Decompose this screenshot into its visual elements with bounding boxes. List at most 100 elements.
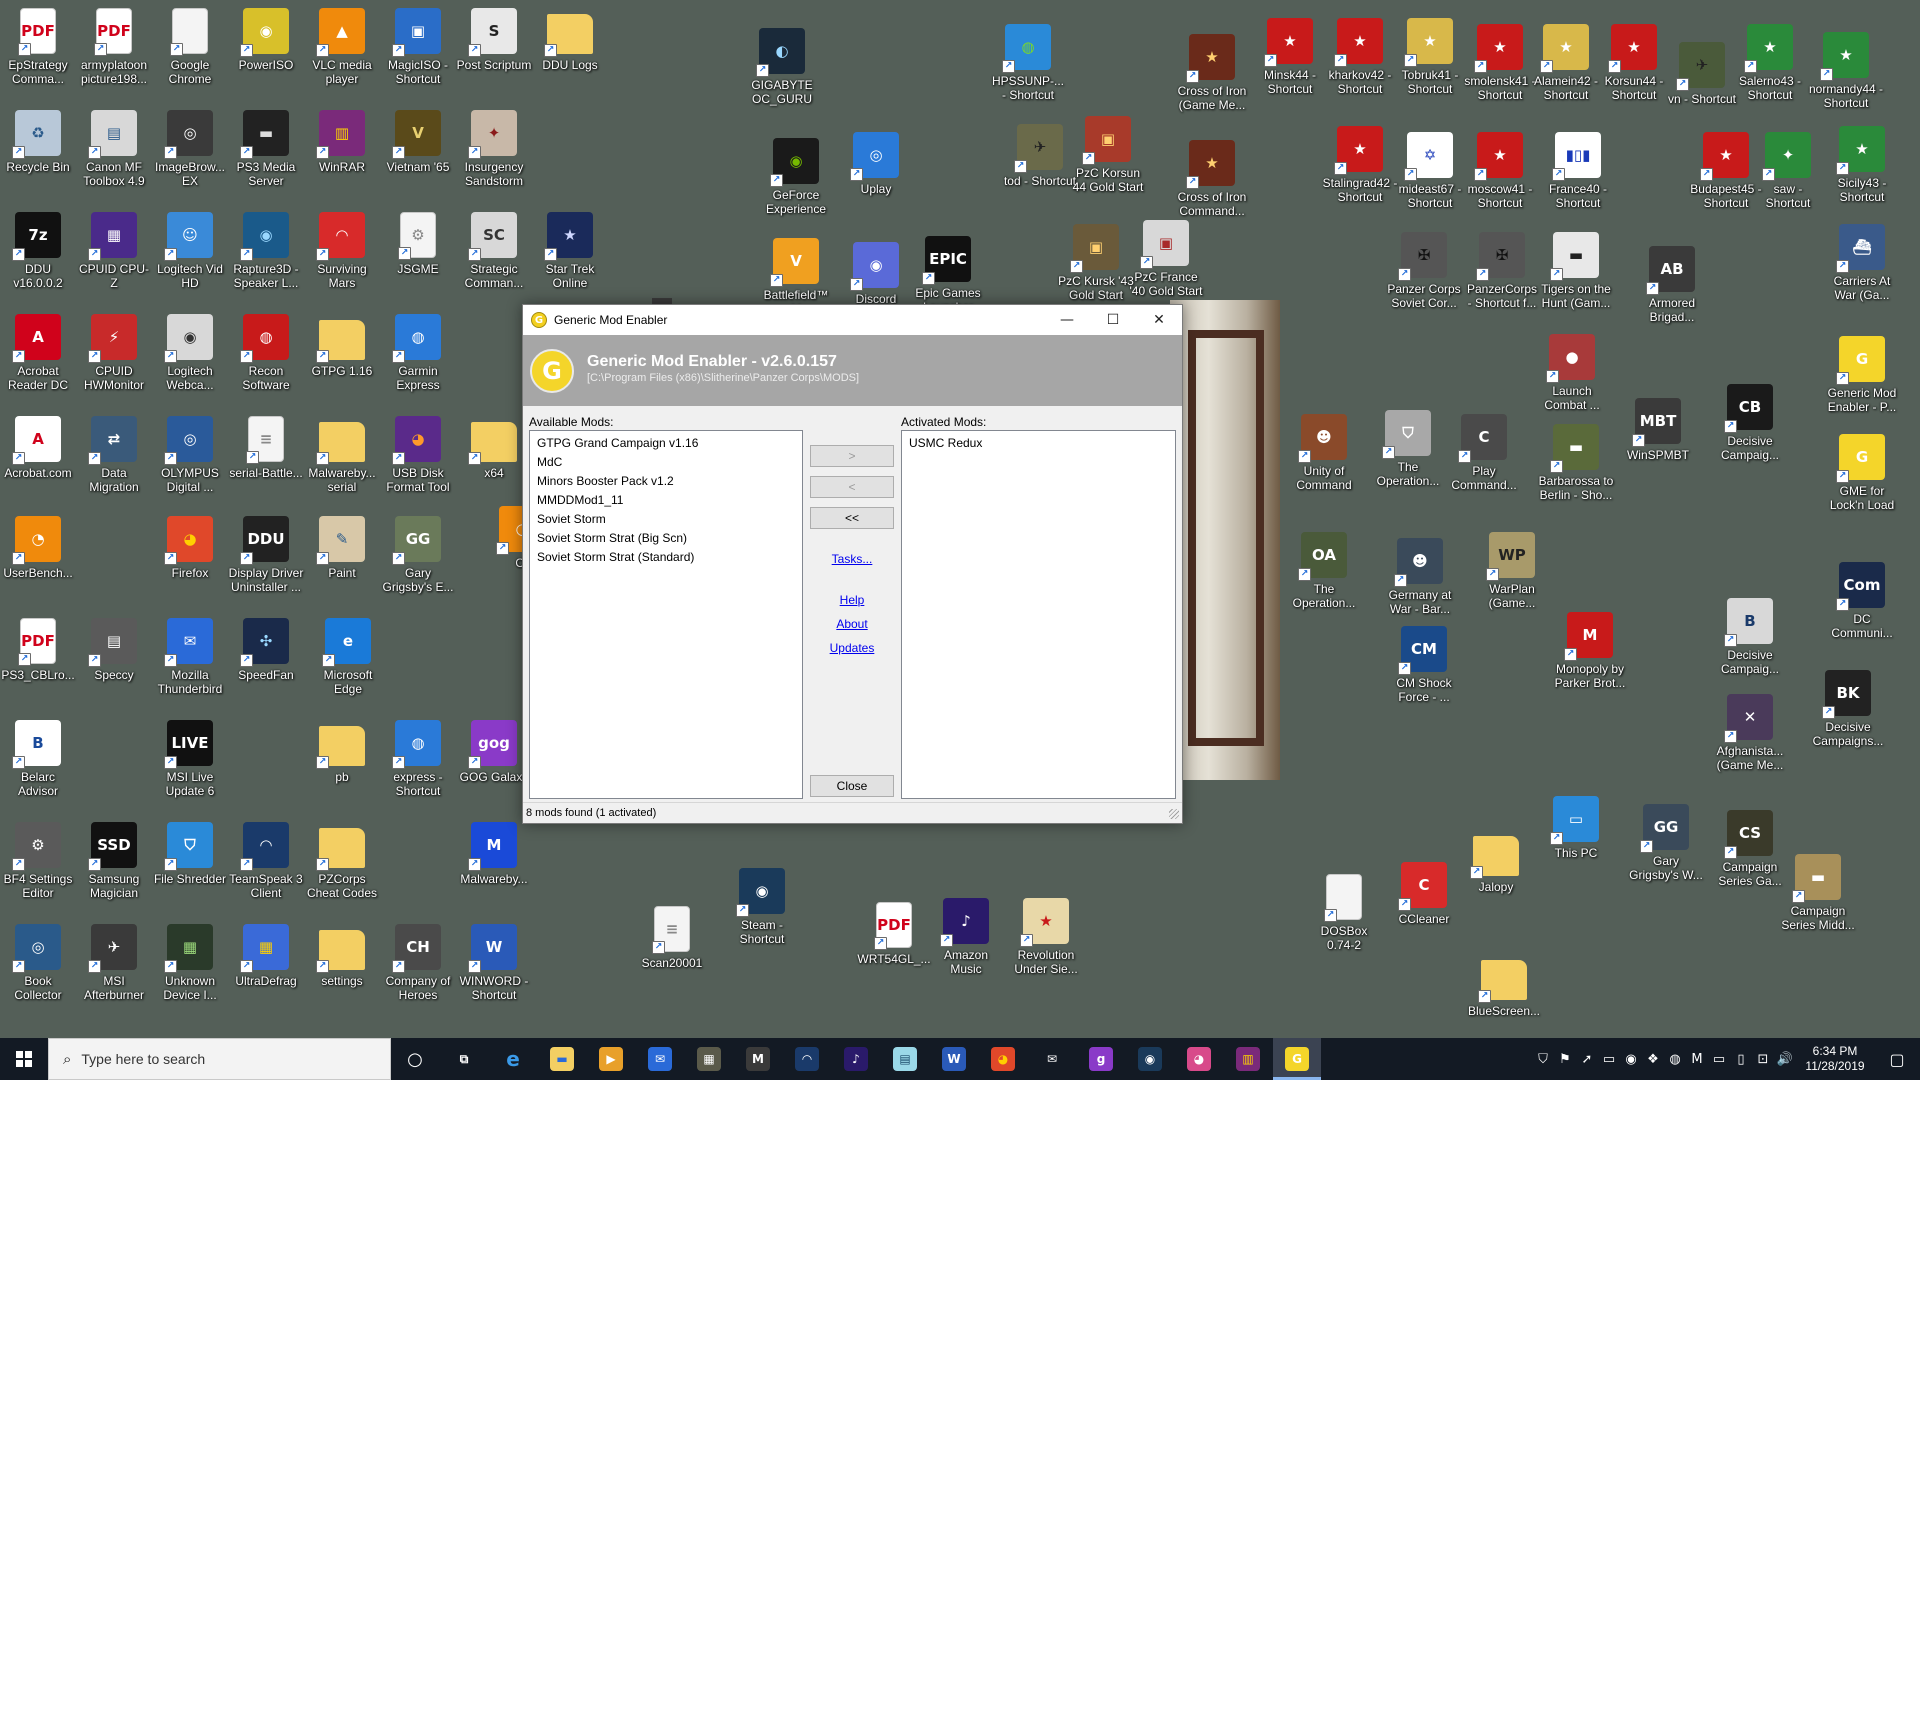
- desktop-icon[interactable]: ◐ ↗ GIGABYTE OC_GURU: [744, 28, 820, 106]
- desktop-icon[interactable]: S ↗ Post Scriptum: [456, 8, 532, 72]
- desktop-icon[interactable]: ◎ ↗ Uplay: [838, 132, 914, 196]
- desktop-icon[interactable]: ◕ ↗ Firefox: [152, 516, 228, 580]
- desktop-icon[interactable]: CH ↗ Company of Heroes: [380, 924, 456, 1002]
- desktop-icon[interactable]: ↗ Google Chrome: [152, 8, 228, 86]
- taskbar-app-button[interactable]: G: [1273, 1038, 1321, 1080]
- taskbar-app-button[interactable]: M: [734, 1038, 782, 1080]
- keyboard-icon[interactable]: ▭: [1708, 1052, 1730, 1067]
- desktop-icon[interactable]: ★ ↗ Cross of Iron (Game Me...: [1174, 34, 1250, 112]
- battery-icon[interactable]: ▭: [1598, 1052, 1620, 1067]
- desktop-icon[interactable]: ★ ↗ kharkov42 - Shortcut: [1322, 18, 1398, 96]
- available-mod-item[interactable]: MMDDMod1_11: [530, 491, 802, 510]
- taskbar-app-button[interactable]: ✉: [636, 1038, 684, 1080]
- desktop-icon[interactable]: AB ↗ Armored Brigad...: [1634, 246, 1710, 324]
- desktop-icon[interactable]: ⚡ ↗ CPUID HWMonitor: [76, 314, 152, 392]
- taskbar-app-button[interactable]: ▤: [881, 1038, 929, 1080]
- desktop-icon[interactable]: PDF ↗ PS3_CBLro...: [0, 618, 76, 682]
- desktop-icon[interactable]: ▬ ↗ Barbarossa to Berlin - Sho...: [1538, 424, 1614, 502]
- desktop-icon[interactable]: 7z ↗ DDU v16.0.0.2: [0, 212, 76, 290]
- desktop-icon[interactable]: ☺ ↗ Logitech Vid HD: [152, 212, 228, 290]
- taskbar-app-button[interactable]: ◕: [979, 1038, 1027, 1080]
- minimize-button[interactable]: —: [1044, 305, 1090, 335]
- desktop-icon[interactable]: ◉ ↗ GeForce Experience: [758, 138, 834, 216]
- desktop-icon[interactable]: ◍ ↗ Garmin Express: [380, 314, 456, 392]
- desktop-icon[interactable]: ▥ ↗ WinRAR: [304, 110, 380, 174]
- taskbar-app-button[interactable]: ○: [391, 1038, 439, 1080]
- desktop-icon[interactable]: ✣ ↗ SpeedFan: [228, 618, 304, 682]
- desktop-icon[interactable]: ★ ↗ Korsun44 - Shortcut: [1596, 24, 1672, 102]
- desktop-icon[interactable]: ▬ ↗ Tigers on the Hunt (Gam...: [1538, 232, 1614, 310]
- desktop-icon[interactable]: M ↗ Monopoly by Parker Brot...: [1552, 612, 1628, 690]
- taskbar-app-button[interactable]: ♪: [832, 1038, 880, 1080]
- desktop-icon[interactable]: PDF ↗ WRT54GL_...: [856, 902, 932, 966]
- desktop-icon[interactable]: ✈ ↗ vn - Shortcut: [1664, 42, 1740, 106]
- desktop-icon[interactable]: ↗ settings: [304, 924, 380, 988]
- desktop-icon[interactable]: ★ ↗ Tobruk41 - Shortcut: [1392, 18, 1468, 96]
- malwarebytes-icon[interactable]: ◍: [1664, 1052, 1686, 1067]
- available-mod-item[interactable]: GTPG Grand Campaign v1.16: [530, 434, 802, 453]
- notification-center-icon[interactable]: ▢: [1874, 1050, 1920, 1069]
- desktop-icon[interactable]: B ↗ Belarc Advisor: [0, 720, 76, 798]
- desktop-icon[interactable]: ↗ Malwareby... serial: [304, 416, 380, 494]
- desktop-icon[interactable]: M ↗ Malwareby...: [456, 822, 532, 886]
- desktop-icon[interactable]: ✎ ↗ Paint: [304, 516, 380, 580]
- desktop-icon[interactable]: ◠ ↗ TeamSpeak 3 Client: [228, 822, 304, 900]
- desktop-icon[interactable]: ▮▯▮ ↗ France40 - Shortcut: [1540, 132, 1616, 210]
- desktop-icon[interactable]: ✡ ↗ mideast67 - Shortcut: [1392, 132, 1468, 210]
- desktop-icon[interactable]: ★ ↗ Star Trek Online: [532, 212, 608, 290]
- desktop-icon[interactable]: C ↗ Play Command...: [1446, 414, 1522, 492]
- desktop-icon[interactable]: GG ↗ Gary Grigsby's E...: [380, 516, 456, 594]
- desktop-icon[interactable]: ≡ ↗ Scan20001: [634, 906, 710, 970]
- desktop-icon[interactable]: ↗ DOSBox 0.74-2: [1306, 874, 1382, 952]
- desktop-icon[interactable]: ♪ ↗ Amazon Music: [928, 898, 1004, 976]
- desktop-icon[interactable]: ✦ ↗ Insurgency Sandstorm: [456, 110, 532, 188]
- desktop-icon[interactable]: ☻ ↗ Unity of Command: [1286, 414, 1362, 492]
- about-link[interactable]: About: [810, 617, 894, 631]
- available-mod-item[interactable]: MdC: [530, 453, 802, 472]
- desktop-icon[interactable]: BK ↗ Decisive Campaigns...: [1810, 670, 1886, 748]
- desktop-icon[interactable]: WP ↗ WarPlan (Game...: [1474, 532, 1550, 610]
- taskbar-app-button[interactable]: ▶: [587, 1038, 635, 1080]
- start-button[interactable]: [0, 1038, 48, 1080]
- desktop-icon[interactable]: e ↗ Microsoft Edge: [310, 618, 386, 696]
- desktop-icon[interactable]: ◠ ↗ Surviving Mars: [304, 212, 380, 290]
- deactivate-mod-button[interactable]: <: [810, 476, 894, 498]
- desktop-icon[interactable]: gog ↗ GOG Galaxy: [456, 720, 532, 784]
- desktop-icon[interactable]: ✦ ↗ saw - Shortcut: [1750, 132, 1826, 210]
- desktop-icon[interactable]: ▬ ↗ Campaign Series Midd...: [1780, 854, 1856, 932]
- taskbar-app-button[interactable]: ◠: [783, 1038, 831, 1080]
- desktop-icon[interactable]: ▦ ↗ UltraDefrag: [228, 924, 304, 988]
- desktop-icon[interactable]: ↗ PZCorps Cheat Codes: [304, 822, 380, 900]
- desktop-icon[interactable]: ⚙ ↗ BF4 Settings Editor: [0, 822, 76, 900]
- desktop-icon[interactable]: ▤ ↗ Speccy: [76, 618, 152, 682]
- taskbar-app-button[interactable]: ◕: [1175, 1038, 1223, 1080]
- shield-icon[interactable]: ⛉: [1532, 1052, 1554, 1067]
- desktop-icon[interactable]: ◉ ↗ Discord: [838, 242, 914, 306]
- desktop-icon[interactable]: ★ ↗ Alamein42 - Shortcut: [1528, 24, 1604, 102]
- desktop-icon[interactable]: ◎ ↗ ImageBrow... EX: [152, 110, 228, 188]
- desktop-icon[interactable]: ↗ x64: [456, 416, 532, 480]
- desktop-icon[interactable]: ✈ ↗ tod - Shortcut: [1002, 124, 1078, 188]
- desktop-icon[interactable]: ◕ ↗ USB Disk Format Tool: [380, 416, 456, 494]
- desktop-icon[interactable]: ◎ ↗ OLYMPUS Digital ...: [152, 416, 228, 494]
- desktop-icon[interactable]: CB ↗ Decisive Campaig...: [1712, 384, 1788, 462]
- available-mod-item[interactable]: Soviet Storm: [530, 510, 802, 529]
- desktop-icon[interactable]: ▬ ↗ PS3 Media Server: [228, 110, 304, 188]
- desktop-icon[interactable]: ⛉ ↗ File Shredder: [152, 822, 228, 886]
- desktop-icon[interactable]: SSD ↗ Samsung Magician: [76, 822, 152, 900]
- desktop-icon[interactable]: C ↗ CCleaner: [1386, 862, 1462, 926]
- desktop-icon[interactable]: ▦ ↗ Unknown Device I...: [152, 924, 228, 1002]
- desktop-icon[interactable]: ↗ pb: [304, 720, 380, 784]
- available-mod-item[interactable]: Soviet Storm Strat (Standard): [530, 548, 802, 567]
- arrow-icon[interactable]: ➚: [1576, 1052, 1598, 1067]
- desktop-icon[interactable]: ◉ ↗ Logitech Webca...: [152, 314, 228, 392]
- desktop-icon[interactable]: ▭ ↗ This PC: [1538, 796, 1614, 860]
- desktop-icon[interactable]: ↗ DDU Logs: [532, 8, 608, 72]
- maximize-button[interactable]: ☐: [1090, 305, 1136, 335]
- taskbar-app-button[interactable]: ▥: [1224, 1038, 1272, 1080]
- taskbar-app-button[interactable]: e: [489, 1038, 537, 1080]
- taskbar-app-button[interactable]: ▦: [685, 1038, 733, 1080]
- activated-mod-item[interactable]: USMC Redux: [902, 434, 1175, 453]
- desktop-icon[interactable]: Com ↗ DC Communi...: [1824, 562, 1900, 640]
- desktop-icon[interactable]: ☻ ↗ Germany at War - Bar...: [1382, 538, 1458, 616]
